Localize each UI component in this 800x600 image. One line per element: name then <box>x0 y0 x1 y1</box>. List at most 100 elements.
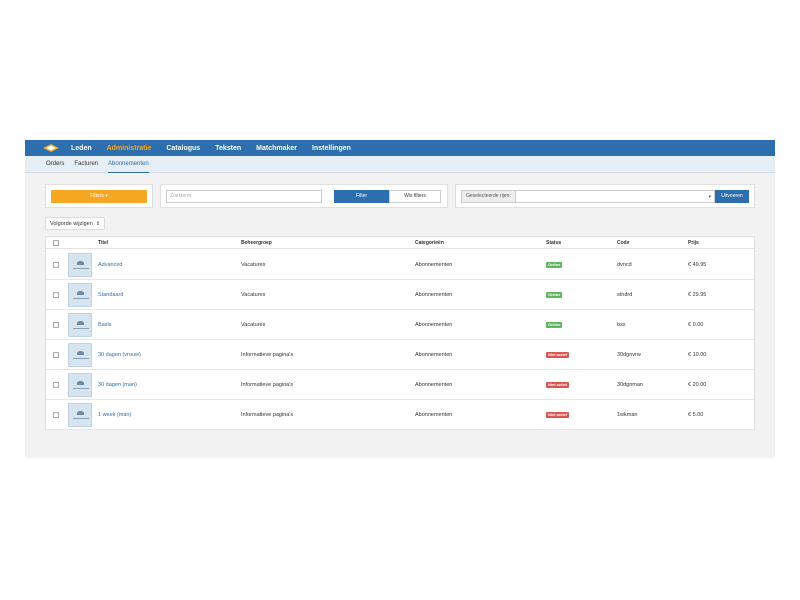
subscription-thumbnail <box>68 373 92 397</box>
subscription-thumbnail <box>68 343 92 367</box>
thumbnail-caption-line <box>73 328 89 329</box>
row-price: € 10.00 <box>688 352 707 358</box>
thumbnail-image-icon <box>77 381 84 385</box>
row-checkbox[interactable] <box>53 292 59 298</box>
select-all-checkbox[interactable] <box>53 240 59 246</box>
status-badge: Online <box>546 262 563 268</box>
status-badge: Niet actief <box>546 382 570 388</box>
row-code: bss <box>617 322 626 328</box>
row-group: Informatieve pagina's <box>241 352 294 358</box>
thumbnail-caption-line <box>73 418 89 419</box>
sub-navigation: Orders Facturen Abonnementen <box>25 156 775 173</box>
row-price: € 5.00 <box>688 412 704 418</box>
row-title-link[interactable]: 1 week (man) <box>98 400 131 430</box>
clear-filters-button[interactable]: Wis filters <box>389 189 441 203</box>
row-group: Vacatures <box>241 262 266 268</box>
table-row[interactable]: 30 dagen (vrouw) Informatieve pagina's Abo… <box>46 340 754 370</box>
table-row[interactable]: Advanced Vacatures Abonnementen Online dvncd… <box>46 250 754 280</box>
sort-icon: ⇕ <box>95 220 101 227</box>
thumbnail-caption-line <box>73 358 89 359</box>
search-input[interactable]: Zoekterm <box>166 189 322 203</box>
selected-rows-label: Geselecteerde rijen: <box>461 189 516 203</box>
thumbnail-image-icon <box>77 291 84 295</box>
header-status[interactable]: Status <box>546 240 561 246</box>
filters-dropdown-button[interactable]: Filters ▾ <box>51 189 147 203</box>
subscriptions-table: Titel Beheergroep Categorieën Status Cod… <box>45 236 755 430</box>
change-order-label: Volgorde wijzigen <box>50 220 93 227</box>
nav-matchmaker[interactable]: Matchmaker <box>256 145 297 152</box>
row-group: Informatieve pagina's <box>241 382 294 388</box>
nav-catalogus[interactable]: Catalogus <box>166 145 200 152</box>
nav-instellingen[interactable]: Instellingen <box>312 145 351 152</box>
nav-administratie[interactable]: Administratie <box>107 145 152 152</box>
row-price: € 0.00 <box>688 322 704 328</box>
bulk-action-select[interactable]: ▾ <box>515 189 715 203</box>
app-window: Leden Administratie Catalogus Teksten Ma… <box>25 140 775 458</box>
row-category: Abonnementen <box>415 292 453 298</box>
row-checkbox[interactable] <box>53 352 59 358</box>
status-badge: Online <box>546 322 563 328</box>
change-order-button[interactable]: Volgorde wijzigen ⇕ <box>45 217 106 230</box>
row-group: Vacatures <box>241 322 266 328</box>
thumbnail-image-icon <box>77 261 84 265</box>
row-category: Abonnementen <box>415 382 453 388</box>
row-checkbox[interactable] <box>53 322 59 328</box>
thumbnail-image-icon <box>77 351 84 355</box>
status-badge: Niet actief <box>546 352 570 358</box>
row-category: Abonnementen <box>415 352 453 358</box>
table-row[interactable]: 1 week (man) Informatieve pagina's Abonnem… <box>46 400 754 430</box>
row-category: Abonnementen <box>415 322 453 328</box>
run-button[interactable]: Uitvoeren <box>715 189 749 203</box>
row-checkbox[interactable] <box>53 412 59 418</box>
thumbnail-image-icon <box>77 411 84 415</box>
table-header: Titel Beheergroep Categorieën Status Cod… <box>46 237 754 249</box>
subnav-orders[interactable]: Orders <box>46 156 64 173</box>
subnav-abonnementen[interactable]: Abonnementen <box>108 156 149 173</box>
row-code: dvncd <box>617 262 632 268</box>
row-group: Informatieve pagina's <box>241 412 294 418</box>
top-navigation: Leden Administratie Catalogus Teksten Ma… <box>25 140 775 156</box>
bulk-action-panel: Geselecteerde rijen: ▾ Uitvoeren <box>455 184 755 208</box>
row-group: Vacatures <box>241 292 266 298</box>
status-badge: Niet actief <box>546 412 570 418</box>
status-badge: Online <box>546 292 563 298</box>
thumbnail-caption-line <box>73 268 89 269</box>
row-title-link[interactable]: 30 dagen (man) <box>98 370 137 400</box>
subscription-thumbnail <box>68 253 92 277</box>
row-code: 30dgnman <box>617 382 643 388</box>
table-row[interactable]: Basis Vacatures Abonnementen Online bss € 0.0… <box>46 310 754 340</box>
header-code[interactable]: Code <box>617 240 630 246</box>
row-code: 1wkman <box>617 412 638 418</box>
row-checkbox[interactable] <box>53 382 59 388</box>
logo[interactable] <box>43 144 59 152</box>
nav-teksten[interactable]: Teksten <box>215 145 241 152</box>
row-price: € 49.95 <box>688 262 707 268</box>
row-title-link[interactable]: Basis <box>98 310 111 340</box>
row-category: Abonnementen <box>415 262 453 268</box>
filters-panel: Filters ▾ <box>45 184 153 208</box>
row-price: € 29.95 <box>688 292 707 298</box>
row-title-link[interactable]: 30 dagen (vrouw) <box>98 340 141 370</box>
filter-button[interactable]: Filter <box>334 189 389 203</box>
table-row[interactable]: Standaard Vacatures Abonnementen Online stnd… <box>46 280 754 310</box>
thumbnail-image-icon <box>77 321 84 325</box>
subnav-facturen[interactable]: Facturen <box>74 156 98 173</box>
subscription-thumbnail <box>68 283 92 307</box>
row-code: 30dgnvrw <box>617 352 641 358</box>
row-checkbox[interactable] <box>53 262 59 268</box>
row-price: € 20.00 <box>688 382 707 388</box>
row-title-link[interactable]: Advanced <box>98 250 122 280</box>
row-title-link[interactable]: Standaard <box>98 280 123 310</box>
nav-leden[interactable]: Leden <box>71 145 92 152</box>
table-row[interactable]: 30 dagen (man) Informatieve pagina's Abonn… <box>46 370 754 400</box>
header-titel[interactable]: Titel <box>98 240 108 246</box>
header-prijs[interactable]: Prijs <box>688 240 699 246</box>
chevron-down-icon: ▾ <box>708 193 711 200</box>
header-beheergroep[interactable]: Beheergroep <box>241 240 272 246</box>
header-categorieen[interactable]: Categorieën <box>415 240 444 246</box>
subscription-thumbnail <box>68 313 92 337</box>
toolbar: Filters ▾ Zoekterm Filter Wis filters Ge… <box>45 184 755 208</box>
row-category: Abonnementen <box>415 412 453 418</box>
subscription-thumbnail <box>68 403 92 427</box>
thumbnail-caption-line <box>73 298 89 299</box>
